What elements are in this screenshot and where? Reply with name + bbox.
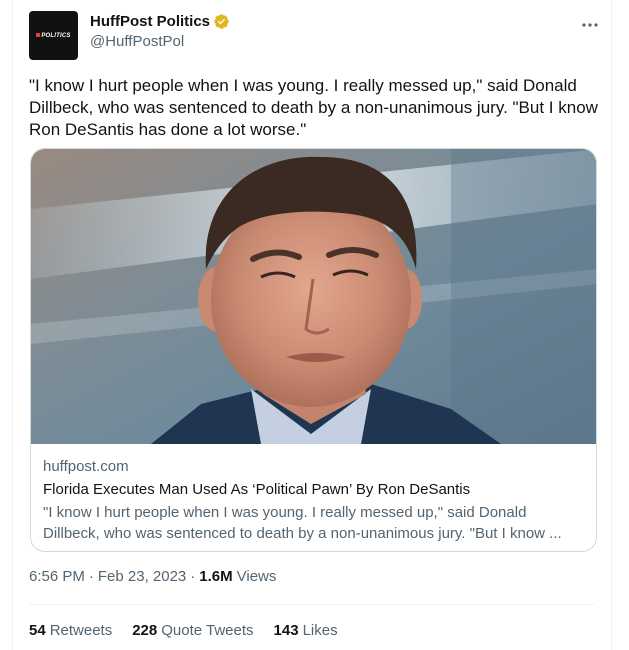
name-row: HuffPost Politics [90,13,230,30]
tweet-date[interactable]: Feb 23, 2023 [98,568,186,585]
card-image[interactable] [31,149,597,444]
tweet-container: POLITICS HuffPost Politics @HuffPostPol … [12,0,612,650]
card-domain: huffpost.com [43,458,129,475]
tweet-time[interactable]: 6:56 PM [29,568,85,585]
display-name[interactable]: HuffPost Politics [90,13,210,30]
meta-separator-2: · [190,568,196,585]
avatar-logo-text: POLITICS [36,33,70,39]
card-description: "I know I hurt people when I was young. … [43,504,562,542]
views-count: 1.6M [199,568,233,585]
avatar[interactable]: POLITICS [29,11,78,60]
quote-tweets-count: 228 [132,622,158,639]
card-body: huffpost.com Florida Executes Man Used A… [43,457,584,544]
tweet-text: "I know I hurt people when I was young. … [29,76,598,139]
retweets-stat[interactable]: 54 Retweets [29,622,112,639]
quote-tweets-label: Quote Tweets [161,622,254,639]
card-title[interactable]: Florida Executes Man Used As ‘Political … [43,480,584,500]
divider [29,604,595,605]
handle[interactable]: @HuffPostPol [90,33,230,50]
engagement-stats: 54 Retweets 228 Quote Tweets 143 Likes [29,622,338,639]
retweets-label: Retweets [49,622,113,639]
likes-label: Likes [302,622,338,639]
more-options-icon[interactable] [579,14,601,36]
link-card[interactable]: huffpost.com Florida Executes Man Used A… [30,148,597,552]
views-label: Views [236,568,277,585]
likes-stat[interactable]: 143 Likes [274,622,338,639]
quote-tweets-stat[interactable]: 228 Quote Tweets [132,622,253,639]
verified-badge-icon[interactable] [213,13,230,30]
retweets-count: 54 [29,622,46,639]
author-info: HuffPost Politics @HuffPostPol [90,13,230,50]
meta-separator: · [88,568,94,585]
likes-count: 143 [273,622,299,639]
tweet-meta: 6:56 PM · Feb 23, 2023 · 1.6M Views [29,568,276,585]
